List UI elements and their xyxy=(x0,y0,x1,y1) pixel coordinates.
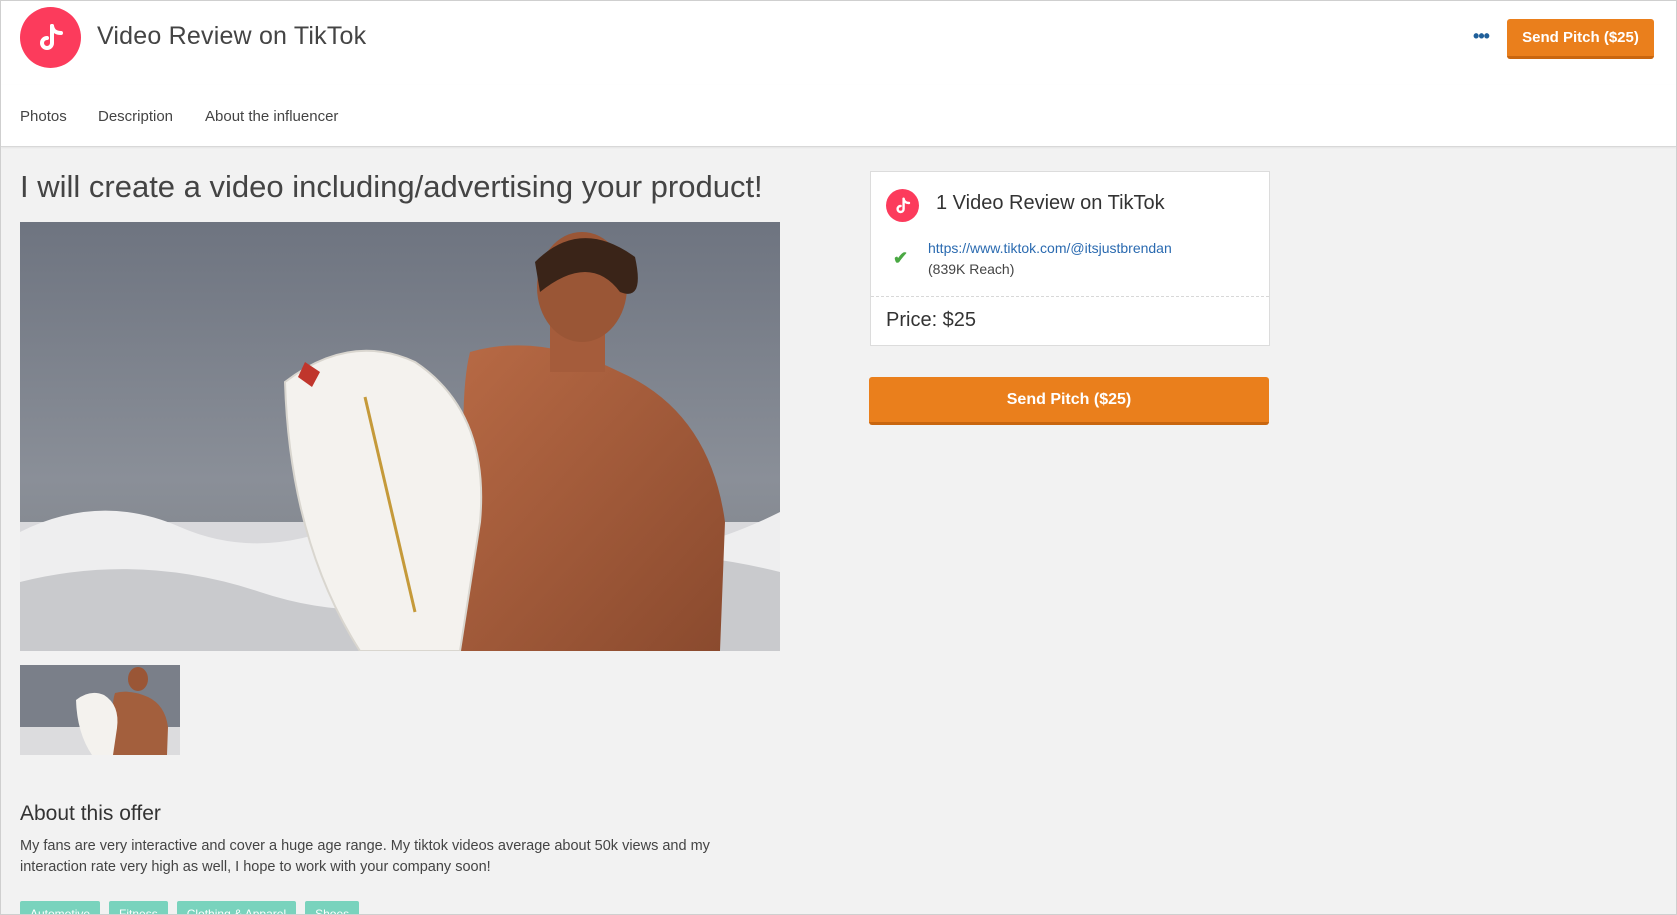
offer-summary-card: 1 Video Review on TikTok ✔ https://www.t… xyxy=(870,171,1270,346)
send-pitch-button[interactable]: Send Pitch ($25) xyxy=(869,377,1269,425)
offer-title: I will create a video including/advertis… xyxy=(20,169,763,204)
reach-count: (839K Reach) xyxy=(928,261,1015,277)
tag-item[interactable]: Fitness xyxy=(109,901,168,914)
section-tabs: Photos Description About the influencer xyxy=(1,85,1676,147)
tag-item[interactable]: Automotive xyxy=(20,901,101,914)
tiktok-logo-icon xyxy=(20,7,81,68)
influencer-profile-link[interactable]: https://www.tiktok.com/@itsjustbrendan xyxy=(928,240,1172,256)
tab-description[interactable]: Description xyxy=(98,108,173,125)
price-label: Price: $25 xyxy=(886,309,977,331)
tab-about-influencer[interactable]: About the influencer xyxy=(205,108,338,125)
divider xyxy=(871,296,1269,297)
tab-photos[interactable]: Photos xyxy=(20,108,67,125)
tiktok-icon xyxy=(886,189,919,222)
category-tags: Automotive Fitness Clothing & Apparel Sh… xyxy=(20,901,360,914)
top-header: Video Review on TikTok ••• Send Pitch ($… xyxy=(1,1,1676,86)
tag-item[interactable]: Clothing & Apparel xyxy=(176,901,297,914)
about-offer-heading: About this offer xyxy=(20,802,161,825)
page-title: Video Review on TikTok xyxy=(97,22,367,50)
send-pitch-button-header[interactable]: Send Pitch ($25) xyxy=(1507,19,1654,59)
tag-item[interactable]: Shoes xyxy=(305,901,360,914)
more-dots-icon[interactable]: ••• xyxy=(1468,23,1494,49)
check-icon: ✔ xyxy=(893,248,909,268)
about-offer-text: My fans are very interactive and cover a… xyxy=(20,838,710,875)
app-frame: Video Review on TikTok ••• Send Pitch ($… xyxy=(0,0,1677,915)
main-photo[interactable] xyxy=(20,222,780,651)
card-title: 1 Video Review on TikTok xyxy=(936,192,1165,214)
photo-thumbnail[interactable] xyxy=(20,665,180,755)
